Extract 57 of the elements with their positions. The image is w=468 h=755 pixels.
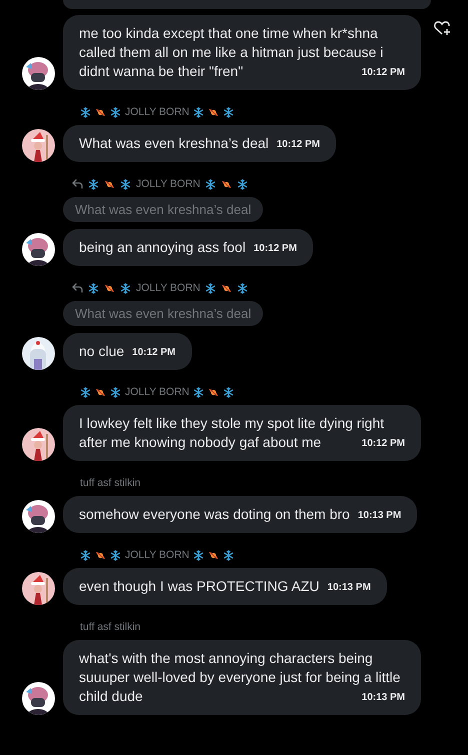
- message-time: 10:12 PM: [132, 346, 176, 360]
- message-bubble: What was even kreshna’s deal 10:12 PM: [63, 125, 336, 162]
- candy-icon: [104, 178, 115, 190]
- message-bubble: I lowkey felt like they stole my spot lite dying right after me knowing nobody gaf about me 10:12 PM: [63, 405, 421, 461]
- message-time: 10:13 PM: [358, 509, 402, 523]
- candy-icon: [95, 550, 106, 560]
- message-time: 10:12 PM: [362, 437, 405, 451]
- snowflake-icon: [110, 106, 121, 118]
- sender-name: JOLLY BORN: [125, 386, 190, 398]
- snowflake-icon: [223, 386, 234, 398]
- snowflake-icon: [120, 178, 131, 190]
- candy-icon: [208, 386, 220, 398]
- candy-icon: [208, 550, 220, 560]
- snowflake-icon: [193, 106, 204, 118]
- message-bubble: being an annoying ass fool 10:12 PM: [63, 229, 313, 266]
- message-bubble: even though I was PROTECTING AZU 10:13 PM: [63, 568, 387, 605]
- candy-icon: [208, 106, 220, 118]
- message-time: 10:13 PM: [362, 691, 405, 705]
- sender-name: JOLLY BORN: [125, 106, 190, 118]
- candy-icon: [221, 282, 232, 294]
- snowflake-icon: [120, 282, 131, 294]
- candy-icon: [95, 106, 106, 118]
- reply-icon: [72, 283, 83, 293]
- snowflake-icon: [88, 178, 99, 190]
- message-time: 10:12 PM: [276, 138, 320, 152]
- candy-icon: [221, 178, 232, 190]
- candy-icon: [104, 282, 115, 294]
- snowflake-icon: [237, 282, 248, 294]
- sender-name: JOLLY BORN: [136, 178, 200, 190]
- snowflake-icon: [205, 178, 216, 190]
- message-bubble: somehow everyone was doting on them bro 10:13 PM: [63, 496, 418, 533]
- message-bubble: no clue 10:12 PM: [63, 333, 192, 370]
- quoted-message[interactable]: What was even kreshna’s deal: [63, 197, 264, 222]
- quoted-message[interactable]: What was even kreshna’s deal: [63, 301, 264, 326]
- snowflake-icon: [80, 386, 91, 398]
- sender-name: tuff asf stilkin: [80, 621, 140, 633]
- snowflake-icon: [223, 550, 234, 560]
- message-bubble: what's with the most annoying characters being suuuper well-loved by everyone just for being a little child dude 10:13 PM: [63, 640, 421, 715]
- snowflake-icon: [110, 550, 121, 560]
- snowflake-icon: [80, 106, 91, 118]
- sender-name: tuff asf stilkin: [80, 477, 140, 489]
- snowflake-icon: [223, 106, 234, 118]
- snowflake-icon: [205, 282, 216, 294]
- snowflake-icon: [193, 550, 204, 560]
- candy-icon: [95, 386, 106, 398]
- snowflake-icon: [193, 386, 204, 398]
- sender-name: JOLLY BORN: [136, 282, 200, 294]
- snowflake-icon: [110, 386, 121, 398]
- reply-icon: [72, 179, 83, 189]
- message-time: 10:12 PM: [254, 242, 297, 256]
- snowflake-icon: [88, 282, 99, 294]
- message-time: 10:13 PM: [327, 581, 371, 595]
- snowflake-icon: [80, 550, 91, 560]
- sender-name: JOLLY BORN: [125, 549, 190, 561]
- message-time: 10:12 PM: [362, 66, 405, 80]
- snowflake-icon: [237, 178, 248, 190]
- message-bubble: me too kinda except that one time when kr*shna called them all on me like a hitman just because i didnt wanna be their "fren" 10:12 PM: [63, 15, 421, 90]
